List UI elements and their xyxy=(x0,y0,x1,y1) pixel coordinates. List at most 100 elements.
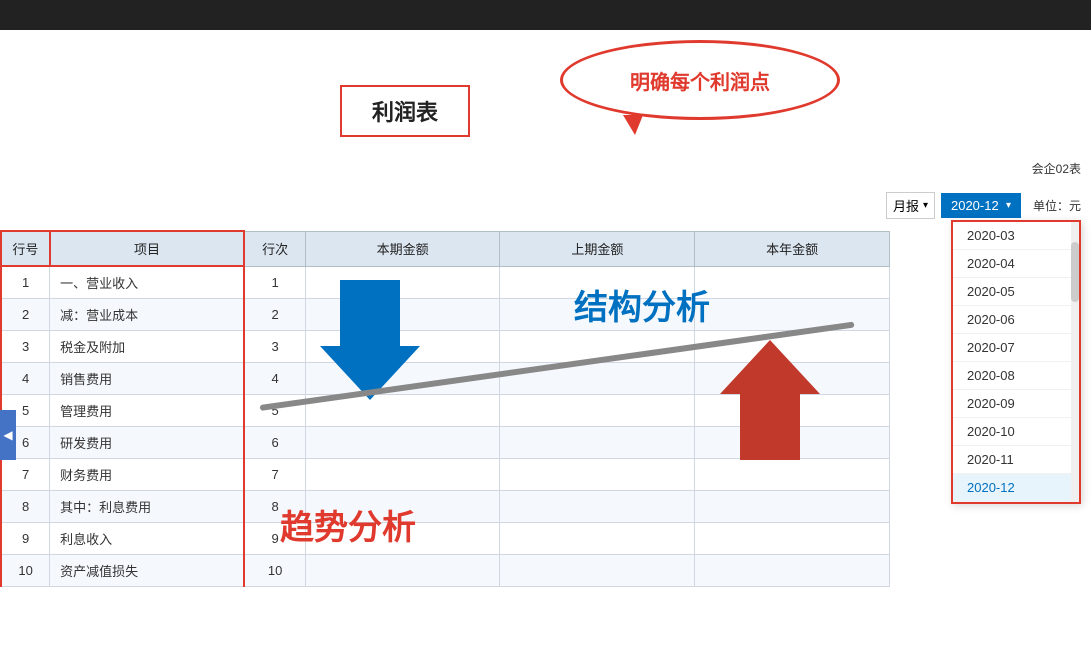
cell-prev xyxy=(500,299,695,331)
table-row: 8 其中：利息费用 8 xyxy=(1,491,890,523)
cell-prev xyxy=(500,363,695,395)
cell-seq: 7 xyxy=(244,459,305,491)
callout-bubble: 明确每个利润点 xyxy=(560,40,840,120)
cell-rownum: 3 xyxy=(1,331,50,363)
cell-rownum: 1 xyxy=(1,266,50,299)
cell-prev xyxy=(500,555,695,587)
col-header-item: 项目 xyxy=(50,231,245,266)
top-bar xyxy=(0,0,1091,30)
sidebar-toggle-icon: ◀ xyxy=(3,428,12,442)
dropdown-scrollbar-thumb xyxy=(1071,242,1079,302)
cell-item: 研发费用 xyxy=(50,427,245,459)
dropdown-item-2020-06[interactable]: 2020-06 xyxy=(953,306,1079,334)
table-container: 行号 项目 行次 本期金额 上期金额 本年金额 1 一、营业收入 1 2 减：营… xyxy=(0,230,890,587)
dropdown-item-2020-08[interactable]: 2020-08 xyxy=(953,362,1079,390)
cell-current xyxy=(305,363,500,395)
cell-ytd xyxy=(695,331,890,363)
table-row: 1 一、营业收入 1 xyxy=(1,266,890,299)
cell-prev xyxy=(500,266,695,299)
table-row: 5 管理费用 5 xyxy=(1,395,890,427)
cell-current xyxy=(305,299,500,331)
cell-prev xyxy=(500,459,695,491)
cell-ytd xyxy=(695,395,890,427)
dropdown-item-2020-05[interactable]: 2020-05 xyxy=(953,278,1079,306)
dropdown-scrollbar[interactable] xyxy=(1071,222,1079,502)
col-header-rownum: 行号 xyxy=(1,231,50,266)
table-row: 2 减：营业成本 2 xyxy=(1,299,890,331)
dropdown-item-2020-12[interactable]: 2020-12 xyxy=(953,474,1079,502)
dropdown-item-2020-07[interactable]: 2020-07 xyxy=(953,334,1079,362)
cell-ytd xyxy=(695,299,890,331)
cell-rownum: 4 xyxy=(1,363,50,395)
col-header-current: 本期金额 xyxy=(305,231,500,266)
report-type-label: 月报 xyxy=(893,196,919,215)
col-header-prev: 上期金额 xyxy=(500,231,695,266)
cell-current xyxy=(305,331,500,363)
cell-item: 资产减值损失 xyxy=(50,555,245,587)
period-label: 2020-12 xyxy=(951,198,999,213)
cell-rownum: 10 xyxy=(1,555,50,587)
cell-ytd xyxy=(695,459,890,491)
sidebar-toggle[interactable]: ◀ xyxy=(0,410,16,460)
cell-rownum: 8 xyxy=(1,491,50,523)
content-area: 明确每个利润点 利润表 会企02表 月报 ▾ 2020-12 ▾ 单位：元 20… xyxy=(0,30,1091,654)
title-text: 利润表 xyxy=(372,100,438,125)
col-header-ytd: 本年金额 xyxy=(695,231,890,266)
cell-item: 税金及附加 xyxy=(50,331,245,363)
period-select[interactable]: 2020-12 ▾ xyxy=(941,193,1021,218)
cell-seq: 4 xyxy=(244,363,305,395)
cell-current xyxy=(305,266,500,299)
dropdown-item-2020-03[interactable]: 2020-03 xyxy=(953,222,1079,250)
title-box: 利润表 xyxy=(340,85,470,137)
cell-ytd xyxy=(695,523,890,555)
period-chevron: ▾ xyxy=(1006,200,1011,211)
cell-current xyxy=(305,555,500,587)
table-header-row: 行号 项目 行次 本期金额 上期金额 本年金额 xyxy=(1,231,890,266)
cell-ytd xyxy=(695,427,890,459)
cell-seq: 3 xyxy=(244,331,305,363)
cell-item: 一、营业收入 xyxy=(50,266,245,299)
cell-current xyxy=(305,523,500,555)
callout-text: 明确每个利润点 xyxy=(630,66,770,95)
table-row: 7 财务费用 7 xyxy=(1,459,890,491)
cell-seq: 1 xyxy=(244,266,305,299)
table-row: 4 销售费用 4 xyxy=(1,363,890,395)
col-header-seq: 行次 xyxy=(244,231,305,266)
cell-seq: 5 xyxy=(244,395,305,427)
cell-prev xyxy=(500,491,695,523)
cell-seq: 9 xyxy=(244,523,305,555)
cell-ytd xyxy=(695,266,890,299)
cell-ytd xyxy=(695,491,890,523)
controls-row: 月报 ▾ 2020-12 ▾ 单位：元 xyxy=(886,192,1081,219)
table-row: 9 利息收入 9 xyxy=(1,523,890,555)
cell-current xyxy=(305,427,500,459)
cell-current xyxy=(305,459,500,491)
cell-prev xyxy=(500,523,695,555)
dropdown-item-2020-11[interactable]: 2020-11 xyxy=(953,446,1079,474)
cell-item: 销售费用 xyxy=(50,363,245,395)
cell-seq: 6 xyxy=(244,427,305,459)
dropdown-menu[interactable]: 2020-03 2020-04 2020-05 2020-06 2020-07 … xyxy=(951,220,1081,504)
table-row: 6 研发费用 6 xyxy=(1,427,890,459)
right-info: 会企02表 xyxy=(1032,160,1081,177)
cell-current xyxy=(305,395,500,427)
dropdown-item-2020-04[interactable]: 2020-04 xyxy=(953,250,1079,278)
dropdown-item-2020-10[interactable]: 2020-10 xyxy=(953,418,1079,446)
cell-item: 财务费用 xyxy=(50,459,245,491)
cell-rownum: 2 xyxy=(1,299,50,331)
table-body: 1 一、营业收入 1 2 减：营业成本 2 3 税金及附加 3 4 销售费用 4 xyxy=(1,266,890,587)
report-type-select[interactable]: 月报 ▾ xyxy=(886,192,935,219)
cell-prev xyxy=(500,331,695,363)
cell-current xyxy=(305,491,500,523)
cell-item: 其中：利息费用 xyxy=(50,491,245,523)
cell-item: 减：营业成本 xyxy=(50,299,245,331)
dropdown-item-2020-09[interactable]: 2020-09 xyxy=(953,390,1079,418)
cell-item: 利息收入 xyxy=(50,523,245,555)
cell-prev xyxy=(500,427,695,459)
table-row: 3 税金及附加 3 xyxy=(1,331,890,363)
table-row: 10 资产减值损失 10 xyxy=(1,555,890,587)
cell-item: 管理费用 xyxy=(50,395,245,427)
cell-ytd xyxy=(695,363,890,395)
cell-rownum: 7 xyxy=(1,459,50,491)
cell-seq: 8 xyxy=(244,491,305,523)
